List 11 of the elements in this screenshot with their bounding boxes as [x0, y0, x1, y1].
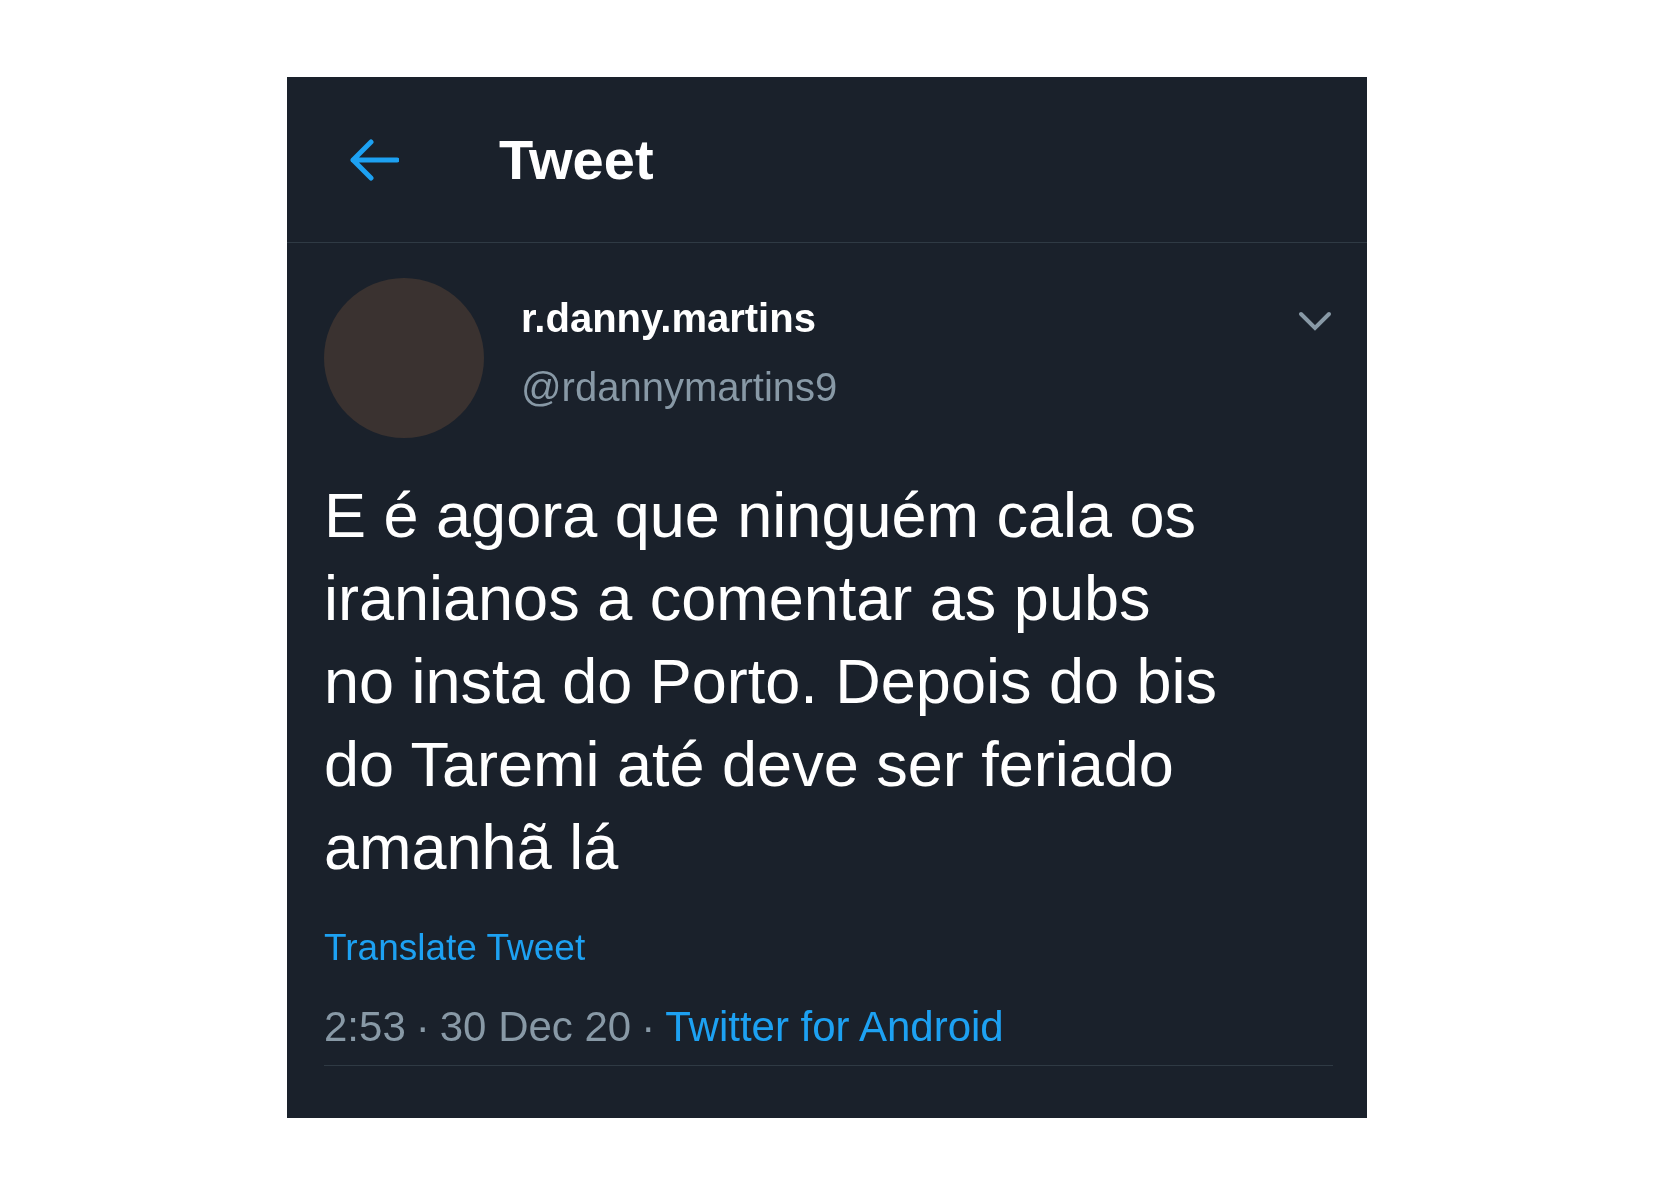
user-handle: @rdannymartins9 — [521, 365, 839, 410]
tweet-date: 30 Dec 20 — [439, 1003, 632, 1051]
back-button[interactable] — [347, 137, 399, 182]
tweet-text: E é agora que ninguém cala os iranianos a comentar as pubs no insta do Porto. Depois do bis do Taremi até deve ser feriado amanhã lá — [324, 479, 1219, 884]
user-name: r.danny.martins — [521, 296, 817, 341]
tweet-time: 2:53 — [324, 1003, 406, 1051]
source-link[interactable]: Twitter for Android — [665, 1003, 1004, 1051]
page-title: Tweet — [499, 127, 654, 192]
translate-link[interactable]: Translate Tweet — [324, 927, 586, 969]
separator-dot: · — [641, 1003, 656, 1051]
separator-dot: · — [415, 1003, 430, 1051]
